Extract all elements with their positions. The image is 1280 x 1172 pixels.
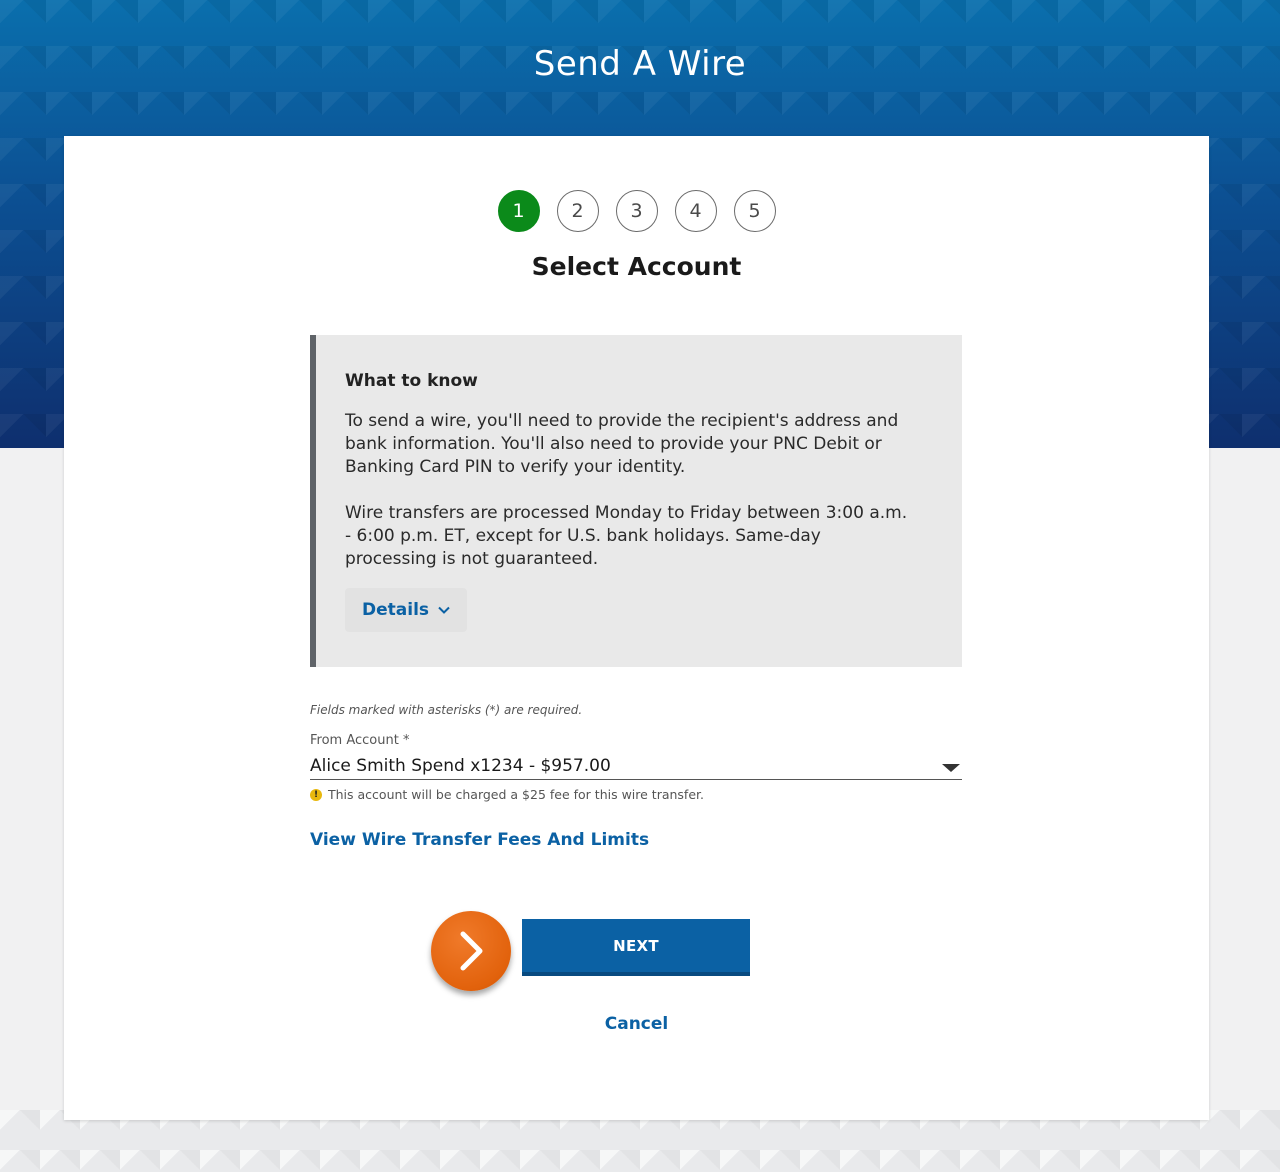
- step-title: Select Account: [531, 252, 742, 281]
- from-account-value: Alice Smith Spend x1234 - $957.00: [310, 756, 611, 776]
- step-5: 5: [733, 190, 776, 232]
- caret-down-icon: [942, 764, 960, 772]
- info-paragraph-requirements: To send a wire, you'll need to provide t…: [345, 411, 899, 477]
- main-card: 1 2 3 4 5 Select Account What to know To…: [64, 136, 1209, 1120]
- what-to-know-box: What to know To send a wire, you'll need…: [310, 335, 962, 667]
- chevron-down-icon: [438, 606, 450, 614]
- progress-stepper: 1 2 3 4 5: [64, 190, 1209, 232]
- warning-icon: !: [310, 788, 322, 801]
- step-2: 2: [556, 190, 599, 232]
- step-3: 3: [615, 190, 658, 232]
- cancel-link[interactable]: Cancel: [64, 1014, 1209, 1034]
- from-account-label: From Account *: [310, 733, 410, 748]
- arrow-right-icon: [431, 911, 511, 991]
- view-fees-link[interactable]: View Wire Transfer Fees And Limits: [310, 830, 649, 850]
- info-heading: What to know: [345, 371, 478, 391]
- fee-warning: ! This account will be charged a $25 fee…: [310, 787, 704, 802]
- info-paragraph-processing: Wire transfers are processed Monday to F…: [345, 503, 908, 569]
- details-label: Details: [362, 600, 430, 620]
- next-button[interactable]: NEXT: [522, 919, 750, 976]
- fee-warning-text: This account will be charged a $25 fee f…: [328, 787, 704, 802]
- details-toggle-button[interactable]: Details: [345, 588, 468, 632]
- step-4: 4: [674, 190, 717, 232]
- from-account-select[interactable]: Alice Smith Spend x1234 - $957.00: [310, 755, 962, 780]
- page-title: Send A Wire: [533, 44, 747, 84]
- step-1: 1: [497, 190, 540, 232]
- required-fields-note: Fields marked with asterisks (*) are req…: [310, 703, 583, 717]
